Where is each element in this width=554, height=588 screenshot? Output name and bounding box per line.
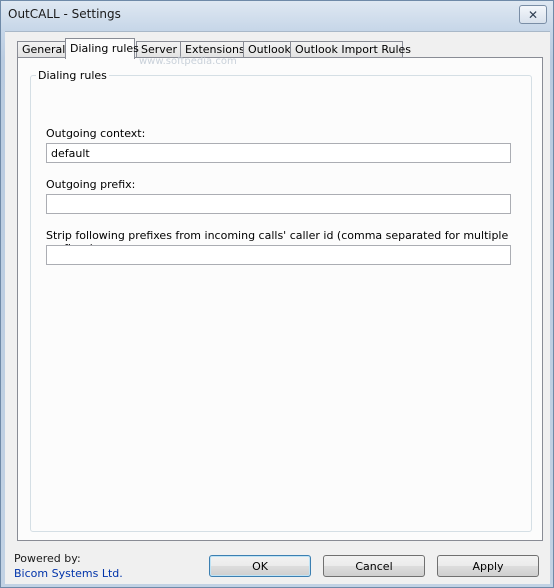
tab-general[interactable]: General [17, 41, 66, 57]
title-bar[interactable]: OutCALL - Settings ✕ [1, 1, 553, 29]
window-title: OutCALL - Settings [8, 7, 121, 21]
outgoing-context-label: Outgoing context: [46, 127, 146, 140]
settings-window: OutCALL - Settings ✕ General Dialing rul… [0, 0, 554, 588]
tab-server[interactable]: Server [136, 41, 181, 57]
close-button[interactable]: ✕ [519, 5, 547, 24]
tab-outlook[interactable]: Outlook [243, 41, 291, 57]
tab-outlook-import-rules[interactable]: Outlook Import Rules [290, 41, 411, 57]
outgoing-context-input[interactable] [46, 143, 511, 163]
watermark: www.softpedia.com [139, 56, 237, 67]
tab-dialing-rules[interactable]: Dialing rules [65, 38, 139, 59]
strip-prefixes-input[interactable] [46, 245, 511, 265]
tab-panel-dialing-rules: Dialing rules Outgoing context: Outgoing… [17, 57, 543, 541]
cancel-button[interactable]: Cancel [323, 555, 425, 577]
outgoing-prefix-label: Outgoing prefix: [46, 178, 136, 191]
close-icon: ✕ [527, 7, 539, 22]
apply-button[interactable]: Apply [437, 555, 539, 577]
company-link[interactable]: Bicom Systems Ltd. [14, 567, 123, 580]
powered-by-label: Powered by: [14, 552, 81, 565]
ok-button[interactable]: OK [209, 555, 311, 577]
outgoing-prefix-input[interactable] [46, 194, 511, 214]
tab-extensions[interactable]: Extensions [180, 41, 245, 57]
group-title: Dialing rules [36, 69, 109, 82]
dialog-client-area: General Dialing rules Server Extensions … [5, 31, 550, 584]
